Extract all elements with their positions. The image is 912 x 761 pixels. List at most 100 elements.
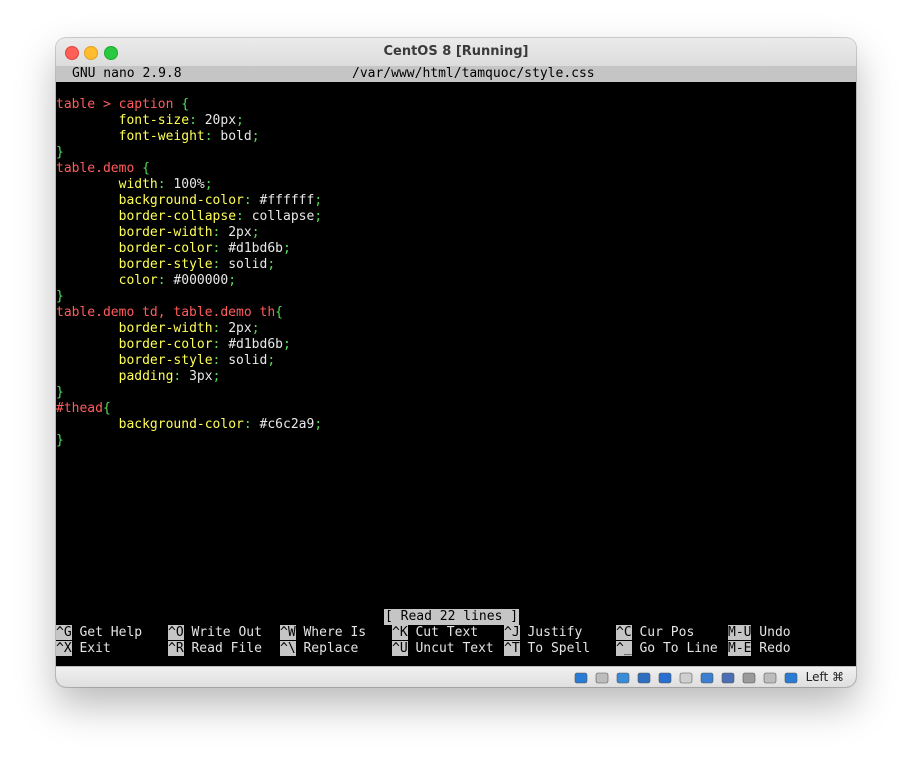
shortcut-key: ^W	[280, 625, 296, 640]
css-value: #d1bd6b	[228, 241, 283, 256]
closing-brace: }	[56, 289, 64, 304]
css-value: 2px	[228, 321, 252, 336]
css-property: padding	[118, 369, 174, 384]
shared-folder-icon[interactable]	[679, 670, 693, 684]
status-message: [ Read 22 lines ]	[384, 609, 520, 625]
shortcut-key: ^G	[56, 625, 72, 640]
shortcut-key: ^_	[616, 641, 632, 656]
shortcut-label: Write Out	[183, 625, 262, 640]
colon: :	[157, 273, 174, 288]
shortcut-item: ^_ Go To Line	[616, 641, 718, 657]
code-line: border-width: 2px;	[56, 321, 322, 337]
closing-brace: }	[56, 145, 64, 160]
css-property: border-width	[118, 321, 213, 336]
css-value: #c6c2a9	[259, 417, 315, 432]
colon: :	[212, 337, 229, 352]
css-property: border-style	[118, 257, 213, 272]
shortcut-item: ^G Get Help	[56, 625, 142, 641]
shortcut-item: ^\ Replace	[280, 641, 358, 657]
colon: :	[236, 209, 252, 224]
audio-icon[interactable]	[616, 670, 630, 684]
colon: :	[157, 177, 174, 192]
semicolon: ;	[251, 225, 260, 240]
shortcut-key: ^C	[616, 625, 632, 640]
code-line: #thead{	[56, 401, 322, 417]
host-key-label[interactable]: Left ⌘	[806, 670, 844, 684]
code-line: }	[56, 145, 322, 161]
shortcut-label: To Spell	[519, 641, 591, 656]
css-value: 3px	[189, 369, 213, 384]
semicolon: ;	[212, 369, 221, 384]
code-line: background-color: #c6c2a9;	[56, 417, 323, 433]
css-value: bold	[220, 129, 252, 144]
title-bar[interactable]: CentOS 8 [Running]	[56, 38, 856, 67]
code-line: color: #000000;	[56, 273, 322, 289]
shortcut-item: ^T To Spell	[504, 641, 590, 657]
hard-disk-icon[interactable]	[574, 670, 588, 684]
css-value: #d1bd6b	[228, 337, 283, 352]
colon: :	[189, 113, 205, 128]
semicolon: ;	[236, 113, 244, 128]
css-selector: #thead	[56, 401, 103, 416]
shortcut-key: M-U	[728, 625, 752, 640]
colon: :	[173, 369, 190, 384]
editor-buffer[interactable]: table > caption { font-size: 20px; font-…	[56, 97, 322, 449]
css-property: color	[118, 273, 158, 288]
shortcut-key: ^J	[504, 625, 520, 640]
vm-status-bar: Left ⌘	[56, 666, 856, 687]
shortcut-label: Cut Text	[407, 625, 479, 640]
opening-brace: {	[275, 305, 283, 320]
file-path: /var/www/html/tamquoc/style.css	[352, 66, 595, 81]
shortcut-label: Where Is	[295, 625, 367, 640]
shortcut-label: Replace	[295, 641, 359, 656]
css-property: border-color	[118, 337, 213, 352]
shortcut-label: Read File	[183, 641, 262, 656]
shortcut-item: ^W Where Is	[280, 625, 366, 641]
code-line: border-collapse: collapse;	[56, 209, 323, 225]
cpu-icon[interactable]	[742, 670, 756, 684]
recording-icon[interactable]	[721, 670, 735, 684]
css-selector: table.demo	[56, 161, 135, 176]
nano-version: GNU nano 2.9.8	[72, 66, 182, 81]
css-property: border-collapse	[118, 209, 237, 224]
css-value: #ffffff	[259, 193, 315, 208]
colon: :	[243, 417, 260, 432]
colon: :	[212, 321, 229, 336]
shortcut-label: Redo	[751, 641, 791, 656]
css-value: collapse	[251, 209, 315, 224]
mouse-integration-icon[interactable]	[763, 670, 777, 684]
network-icon[interactable]	[637, 670, 651, 684]
colon: :	[212, 225, 229, 240]
display-icon[interactable]	[700, 670, 714, 684]
css-property: font-weight	[118, 129, 205, 144]
keyboard-icon[interactable]	[784, 670, 798, 684]
css-property: border-width	[118, 225, 213, 240]
shortcut-item: ^O Write Out	[168, 625, 262, 641]
code-line: font-size: 20px;	[56, 113, 322, 129]
semicolon: ;	[267, 353, 276, 368]
shortcut-label: Get Help	[71, 625, 143, 640]
css-property: font-size	[118, 113, 190, 128]
code-line: border-color: #d1bd6b;	[56, 241, 322, 257]
code-line: border-color: #d1bd6b;	[56, 337, 322, 353]
opening-brace: {	[173, 97, 190, 112]
vm-screen[interactable]: GNU nano 2.9.8 /var/www/html/tamquoc/sty…	[56, 66, 856, 687]
css-value: solid	[228, 353, 268, 368]
semicolon: ;	[283, 241, 291, 256]
usb-icon[interactable]	[658, 670, 672, 684]
css-property: width	[118, 177, 158, 192]
shortcut-key: ^K	[392, 625, 408, 640]
closing-brace: }	[56, 433, 64, 448]
code-line: table > caption {	[56, 97, 322, 113]
optical-drive-icon[interactable]	[595, 670, 609, 684]
